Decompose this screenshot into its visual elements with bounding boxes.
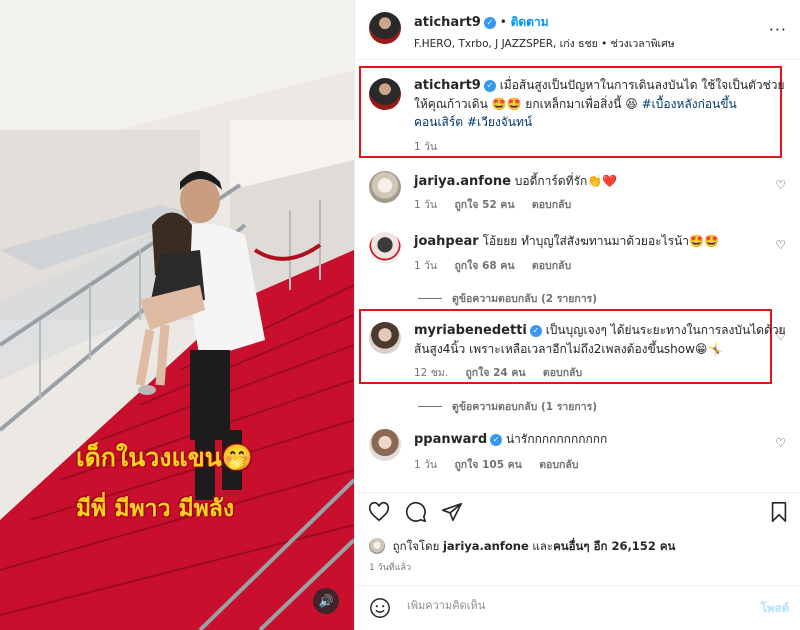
emoji-icon[interactable] [369, 597, 391, 619]
post-date: 1 วันที่แล้ว [369, 563, 412, 573]
like-comment-heart-icon[interactable]: ♡ [775, 329, 786, 343]
replies-divider [418, 406, 442, 407]
commenter-avatar[interactable] [369, 171, 401, 203]
more-options-icon[interactable]: ··· [769, 20, 787, 39]
author-avatar[interactable] [369, 12, 401, 44]
reel-caption-line1: เด็กในวงแขน🤭 [76, 443, 253, 472]
caption-author-avatar[interactable] [369, 78, 401, 110]
audio-info[interactable]: F.HERO, Txrbo, J JAZZSPER, เก่ง ธชย • ช่… [414, 35, 675, 52]
post-header: atichart9 ✓ • ติดตาม F.HERO, Txrbo, J JAZ… [355, 0, 800, 60]
commenter-username[interactable]: joahpear [414, 234, 479, 249]
comment-likes[interactable]: ถูกใจ 24 คน [465, 367, 525, 379]
post-action-bar [355, 492, 800, 532]
reel-caption-line2: มีพี่ มีพาว มีพลัง [76, 496, 235, 522]
reel-video[interactable]: เด็กในวงแขน🤭 มีพี่ มีพาว มีพลัง 🔊 [0, 0, 354, 630]
like-comment-heart-icon[interactable]: ♡ [775, 238, 786, 252]
add-comment-bar: โพสต์ [355, 585, 800, 630]
likes-summary: ถูกใจโดย jariya.anfone และคนอื่นๆ อีก 26… [369, 538, 675, 556]
comment-body: joahpear โอ้ยยย ทำบุญใส่สังฆทานมาด้วยอะไ… [414, 232, 719, 251]
caption-line1: เมื่อส้นสูงเป็นปัญหาในการเดินลงบันได ใช้… [499, 78, 785, 92]
caption-line2: ให้คุณก้าวเดิน 🤩🤩 ยกเหล็กมาเพื่อสิ่งนี้ … [414, 97, 638, 111]
hashtag-link[interactable]: #เวียงจันทน์ [467, 115, 532, 129]
commenter-avatar[interactable] [369, 429, 401, 461]
comment-body: ppanward ✓ น่ารักกกกกกกกกกก [414, 430, 607, 449]
post-detail-panel: atichart9 ✓ • ติดตาม F.HERO, Txrbo, J JAZ… [354, 0, 800, 630]
follow-button[interactable]: ติดตาม [511, 15, 549, 29]
caption-author-username[interactable]: atichart9 [414, 78, 481, 93]
verified-badge-icon: ✓ [529, 325, 542, 337]
comment-text-line2: ส้นสูง4นิ้ว เพราะเหลือเวลาอีกไม่ถึง2เพลง… [414, 342, 723, 356]
liked-by-prefix: ถูกใจโดย [392, 539, 440, 553]
author-username[interactable]: atichart9 [414, 15, 481, 30]
comment-text-line1: เป็นบุญเจงๆ ได้ย่นระยะทางในการลงบันไดด้ว… [545, 323, 786, 337]
comment-icon[interactable] [405, 501, 427, 523]
liked-by-and: และ [532, 539, 554, 553]
separator-dot: • [499, 15, 511, 29]
comment-body: myriabenedetti ✓ เป็นบุญเจงๆ ได้ย่นระยะทา… [414, 321, 786, 358]
share-icon[interactable] [441, 501, 463, 523]
heart-icon[interactable] [368, 501, 390, 523]
view-replies-button[interactable]: ดูข้อความตอบกลับ (1 รายการ) [418, 398, 597, 415]
view-replies-label: ดูข้อความตอบกลับ (1 รายการ) [452, 401, 598, 413]
verified-badge-icon: ✓ [483, 17, 496, 29]
liked-by-others[interactable]: คนอื่นๆ อีก 26,152 คน [553, 539, 675, 553]
comment-timestamp: 12 ชม. [414, 367, 449, 379]
comment-meta: 1 วัน ถูกใจ 105 คน ตอบกลับ [414, 456, 592, 473]
commenter-username[interactable]: jariya.anfone [414, 174, 511, 189]
comment-text: น่ารักกกกกกกกกกก [505, 432, 608, 446]
caption-meta: 1 วัน [414, 138, 451, 155]
reply-button[interactable]: ตอบกลับ [532, 199, 571, 211]
comment-input[interactable] [407, 599, 727, 612]
comment-likes[interactable]: ถูกใจ 52 คน [454, 199, 514, 211]
comment-text: โอ้ยยย ทำบุญใส่สังฆทานมาด้วยอะไรน้า🤩🤩 [482, 234, 719, 248]
reply-button[interactable]: ตอบกลับ [532, 260, 571, 272]
liker-avatar[interactable] [369, 538, 385, 554]
liked-by-user[interactable]: jariya.anfone [443, 539, 529, 553]
comment-meta: 12 ชม. ถูกใจ 24 คน ตอบกลับ [414, 364, 596, 381]
commenter-username[interactable]: myriabenedetti [414, 323, 527, 338]
comment-timestamp: 1 วัน [414, 260, 438, 272]
comment-meta: 1 วัน ถูกใจ 52 คน ตอบกลับ [414, 196, 585, 213]
speaker-icon[interactable]: 🔊 [313, 588, 339, 614]
commenter-avatar[interactable] [369, 232, 401, 264]
comment-meta: 1 วัน ถูกใจ 68 คน ตอบกลับ [414, 257, 585, 274]
view-replies-button[interactable]: ดูข้อความตอบกลับ (2 รายการ) [418, 290, 597, 307]
like-comment-heart-icon[interactable]: ♡ [775, 178, 786, 192]
reply-button[interactable]: ตอบกลับ [539, 459, 578, 471]
hashtag-link[interactable]: #เบื้องหลังก่อนขึ้น [642, 97, 737, 111]
post-caption: atichart9 ✓ เมื่อส้นสูงเป็นปัญหาในการเดิน… [414, 76, 785, 131]
reply-button[interactable]: ตอบกลับ [543, 367, 582, 379]
verified-badge-icon: ✓ [490, 434, 503, 446]
comment-timestamp: 1 วัน [414, 459, 438, 471]
comment-timestamp: 1 วัน [414, 199, 438, 211]
post-comment-button[interactable]: โพสต์ [761, 600, 789, 618]
caption-timestamp: 1 วัน [414, 141, 438, 153]
reel-frame-illustration [0, 0, 354, 630]
comment-likes[interactable]: ถูกใจ 68 คน [454, 260, 514, 272]
hashtag-link[interactable]: คอนเสิร์ต [414, 115, 463, 129]
bookmark-icon[interactable] [769, 501, 789, 523]
comment-text: บอดี้การ์ดที่รัก👏❤️ [514, 174, 618, 188]
comment-likes[interactable]: ถูกใจ 105 คน [454, 459, 521, 471]
like-comment-heart-icon[interactable]: ♡ [775, 436, 786, 450]
replies-divider [418, 298, 442, 299]
commenter-username[interactable]: ppanward [414, 432, 487, 447]
verified-badge-icon: ✓ [483, 80, 496, 92]
commenter-avatar[interactable] [369, 322, 401, 354]
view-replies-label: ดูข้อความตอบกลับ (2 รายการ) [452, 293, 598, 305]
comment-body: jariya.anfone บอดี้การ์ดที่รัก👏❤️ [414, 172, 617, 191]
